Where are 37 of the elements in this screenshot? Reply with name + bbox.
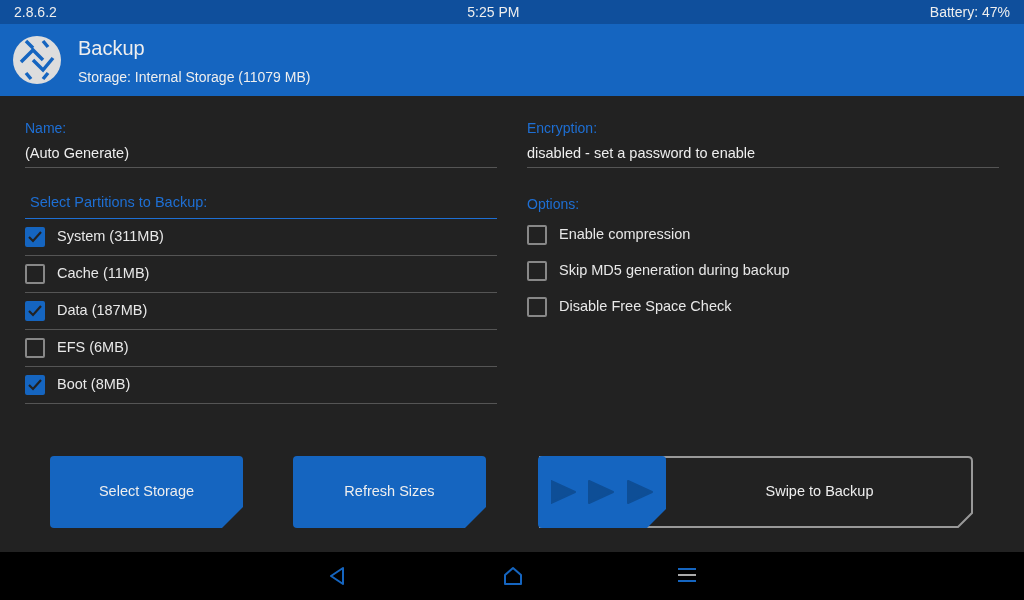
checkbox-label: Cache (11MB) — [57, 263, 150, 283]
swipe-slider[interactable]: Swipe to Backup — [538, 456, 973, 528]
checkbox[interactable] — [25, 374, 45, 395]
menu-icon[interactable] — [677, 567, 696, 585]
checkbox-label: EFS (6MB) — [57, 337, 129, 357]
checkbox-label: Skip MD5 generation during backup — [559, 260, 790, 280]
checkbox-label: Disable Free Space Check — [559, 296, 732, 316]
checkbox[interactable] — [25, 337, 45, 358]
section-heading: Select Partitions to Backup: — [25, 191, 497, 219]
home-icon[interactable] — [502, 566, 523, 586]
checkbox-label: Boot (8MB) — [57, 374, 131, 394]
swipe-label: Swipe to Backup — [764, 482, 875, 502]
encryption-field[interactable]: disabled - set a password to enable — [527, 143, 999, 168]
select-storage-button[interactable]: Select Storage — [50, 456, 243, 528]
checkbox[interactable] — [25, 263, 45, 284]
battery-text: Battery: 47% — [929, 2, 1010, 22]
checkbox-label: System (311MB) — [57, 226, 164, 246]
checkbox-label: Data (187MB) — [57, 300, 148, 320]
section-heading: Options: — [527, 194, 581, 214]
back-icon[interactable] — [328, 567, 345, 585]
clock-text: 5:25 PM — [467, 2, 520, 22]
arrows-icon — [551, 479, 654, 505]
checkbox-label: Enable compression — [559, 224, 691, 244]
logo-icon — [12, 35, 62, 85]
version-text: 2.8.6.2 — [14, 2, 57, 22]
name-field[interactable]: (Auto Generate) — [25, 143, 497, 168]
field-label: Name: — [25, 119, 68, 138]
refresh-sizes-button[interactable]: Refresh Sizes — [293, 456, 486, 528]
storage-text: Storage: Internal Storage (11079 MB) — [78, 67, 311, 87]
screen-title: Backup — [78, 35, 146, 61]
checkbox[interactable] — [25, 300, 45, 321]
field-label: Encryption: — [527, 119, 599, 138]
slider-handle[interactable] — [538, 456, 666, 528]
checkbox[interactable] — [527, 224, 547, 245]
checkbox[interactable] — [527, 260, 547, 281]
checkbox[interactable] — [527, 296, 547, 317]
checkbox[interactable] — [25, 226, 45, 247]
